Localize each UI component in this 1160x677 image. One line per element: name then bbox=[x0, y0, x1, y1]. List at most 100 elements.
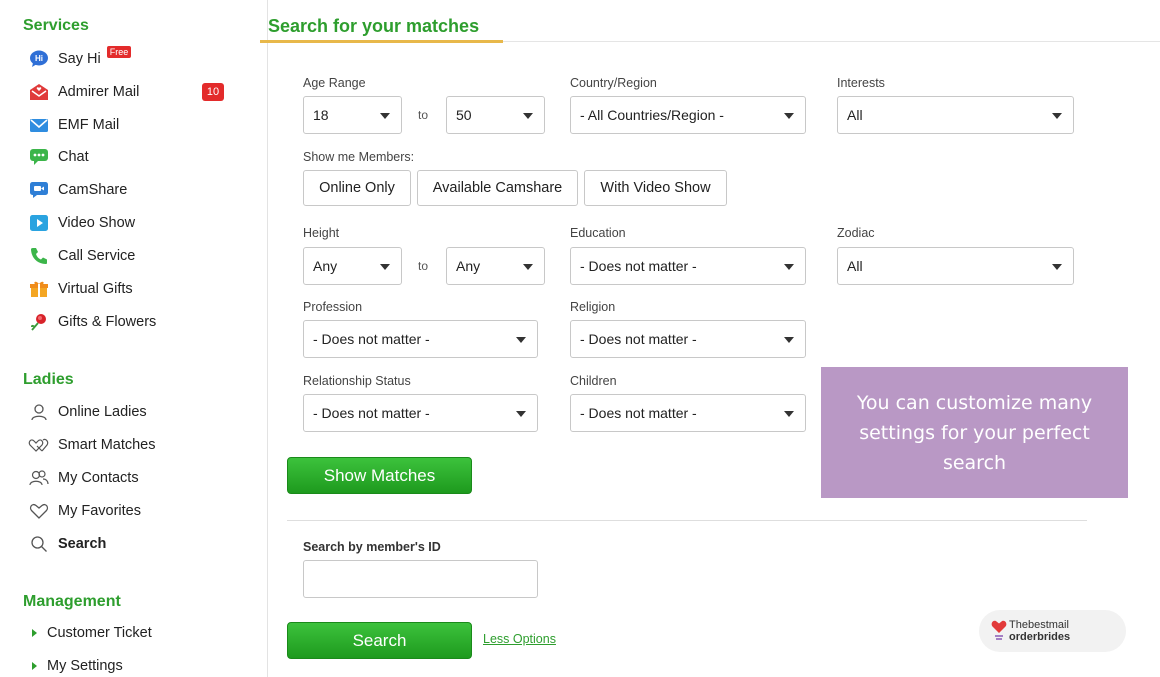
sidebar-item-label: Call Service bbox=[58, 248, 136, 264]
relationship-status-select[interactable]: - Does not matter - bbox=[303, 394, 538, 432]
zodiac-select[interactable]: All bbox=[837, 247, 1074, 285]
caret-down-icon bbox=[523, 264, 533, 270]
sidebar-item-call-service[interactable]: Call Service bbox=[28, 244, 135, 268]
brand-line-2: orderbrides bbox=[1009, 631, 1071, 643]
person-icon bbox=[28, 402, 50, 422]
zodiac-label: Zodiac bbox=[837, 226, 875, 240]
children-label: Children bbox=[570, 374, 617, 388]
sidebar-item-label: Virtual Gifts bbox=[58, 281, 133, 297]
religion-value: - Does not matter - bbox=[580, 331, 697, 347]
relationship-status-label: Relationship Status bbox=[303, 374, 411, 388]
title-underline bbox=[260, 40, 503, 43]
say-hi-icon: Hi bbox=[28, 49, 50, 69]
hearts-icon bbox=[28, 435, 50, 455]
title-rule bbox=[503, 41, 1160, 42]
caret-down-icon bbox=[784, 411, 794, 417]
less-options-link[interactable]: Less Options bbox=[483, 632, 556, 646]
phone-icon bbox=[28, 246, 50, 266]
svg-text:Hi: Hi bbox=[35, 54, 43, 63]
sidebar-item-admirer-mail[interactable]: Admirer Mail bbox=[28, 80, 139, 104]
info-note: You can customize many settings for your… bbox=[821, 367, 1128, 498]
height-max-select[interactable]: Any bbox=[446, 247, 545, 285]
heart-icon bbox=[28, 501, 50, 521]
country-select[interactable]: - All Countries/Region - bbox=[570, 96, 806, 134]
camshare-icon bbox=[28, 180, 50, 200]
chat-icon bbox=[28, 147, 50, 167]
gift-icon bbox=[28, 279, 50, 299]
sidebar-item-my-settings[interactable]: My Settings bbox=[32, 658, 123, 674]
sidebar: Services Hi Say Hi Free Admirer Mail 10 … bbox=[0, 0, 268, 677]
height-min-select[interactable]: Any bbox=[303, 247, 402, 285]
religion-label: Religion bbox=[570, 300, 616, 314]
sidebar-item-my-contacts[interactable]: My Contacts bbox=[28, 466, 139, 490]
sidebar-item-label: Chat bbox=[58, 149, 89, 165]
zodiac-value: All bbox=[847, 258, 863, 274]
member-id-input[interactable] bbox=[303, 560, 538, 598]
online-only-button[interactable]: Online Only bbox=[303, 170, 411, 206]
sidebar-item-label: Video Show bbox=[58, 215, 136, 231]
relationship-status-value: - Does not matter - bbox=[313, 405, 430, 421]
interests-select[interactable]: All bbox=[837, 96, 1074, 134]
ladies-heading: Ladies bbox=[23, 371, 74, 388]
sidebar-item-label: Gifts & Flowers bbox=[58, 314, 157, 330]
page-title: Search for your matches bbox=[268, 16, 480, 36]
sidebar-item-online-ladies[interactable]: Online Ladies bbox=[28, 400, 147, 424]
age-min-select[interactable]: 18 bbox=[303, 96, 402, 134]
interests-value: All bbox=[847, 107, 863, 123]
religion-select[interactable]: - Does not matter - bbox=[570, 320, 806, 358]
sidebar-item-say-hi[interactable]: Hi Say Hi Free bbox=[28, 46, 132, 71]
caret-down-icon bbox=[1052, 264, 1062, 270]
sidebar-item-video-show[interactable]: Video Show bbox=[28, 211, 135, 235]
available-camshare-button[interactable]: Available Camshare bbox=[417, 170, 578, 206]
caret-down-icon bbox=[1052, 113, 1062, 119]
sidebar-item-label: Customer Ticket bbox=[47, 625, 152, 641]
age-min-value: 18 bbox=[313, 107, 329, 123]
caret-down-icon bbox=[380, 264, 390, 270]
brand-logo: Thebestmail orderbrides bbox=[979, 610, 1126, 652]
profession-label: Profession bbox=[303, 300, 363, 314]
caret-down-icon bbox=[784, 264, 794, 270]
sidebar-item-label: Admirer Mail bbox=[58, 84, 140, 100]
show-matches-button[interactable]: Show Matches bbox=[287, 457, 472, 494]
sidebar-item-label: Online Ladies bbox=[58, 404, 147, 420]
sidebar-item-virtual-gifts[interactable]: Virtual Gifts bbox=[28, 277, 133, 301]
sidebar-item-label: EMF Mail bbox=[58, 117, 120, 133]
sidebar-item-my-favorites[interactable]: My Favorites bbox=[28, 499, 141, 523]
height-label: Height bbox=[303, 226, 340, 240]
to-label: to bbox=[418, 259, 429, 273]
section-divider bbox=[287, 520, 1087, 521]
country-label: Country/Region bbox=[570, 76, 657, 90]
profession-select[interactable]: - Does not matter - bbox=[303, 320, 538, 358]
sidebar-item-chat[interactable]: Chat bbox=[28, 145, 89, 169]
sidebar-item-label: My Settings bbox=[47, 658, 123, 674]
sidebar-item-search[interactable]: Search bbox=[28, 532, 106, 556]
sidebar-item-emf-mail[interactable]: EMF Mail bbox=[28, 113, 119, 137]
sidebar-item-label: CamShare bbox=[58, 182, 128, 198]
management-heading: Management bbox=[23, 593, 121, 610]
children-select[interactable]: - Does not matter - bbox=[570, 394, 806, 432]
profession-value: - Does not matter - bbox=[313, 331, 430, 347]
age-max-value: 50 bbox=[456, 107, 472, 123]
to-label: to bbox=[418, 108, 429, 122]
caret-down-icon bbox=[516, 411, 526, 417]
heart-logo-icon bbox=[991, 619, 1007, 646]
interests-label: Interests bbox=[837, 76, 885, 90]
sidebar-item-gifts-flowers[interactable]: Gifts & Flowers bbox=[28, 310, 156, 334]
country-value: - All Countries/Region - bbox=[580, 107, 724, 123]
triangle-right-icon bbox=[32, 662, 37, 670]
age-max-select[interactable]: 50 bbox=[446, 96, 545, 134]
services-heading: Services bbox=[23, 17, 89, 34]
caret-down-icon bbox=[380, 113, 390, 119]
emf-mail-icon bbox=[28, 115, 50, 135]
sidebar-item-camshare[interactable]: CamShare bbox=[28, 178, 127, 202]
education-label: Education bbox=[570, 226, 626, 240]
search-button[interactable]: Search bbox=[287, 622, 472, 659]
caret-down-icon bbox=[784, 113, 794, 119]
admirer-mail-icon bbox=[28, 82, 50, 102]
sidebar-item-label: Say Hi bbox=[58, 51, 101, 67]
sidebar-item-customer-ticket[interactable]: Customer Ticket bbox=[32, 625, 152, 641]
education-select[interactable]: - Does not matter - bbox=[570, 247, 806, 285]
with-video-show-button[interactable]: With Video Show bbox=[584, 170, 727, 206]
sidebar-item-smart-matches[interactable]: Smart Matches bbox=[28, 433, 156, 457]
member-id-label: Search by member's ID bbox=[303, 540, 441, 554]
